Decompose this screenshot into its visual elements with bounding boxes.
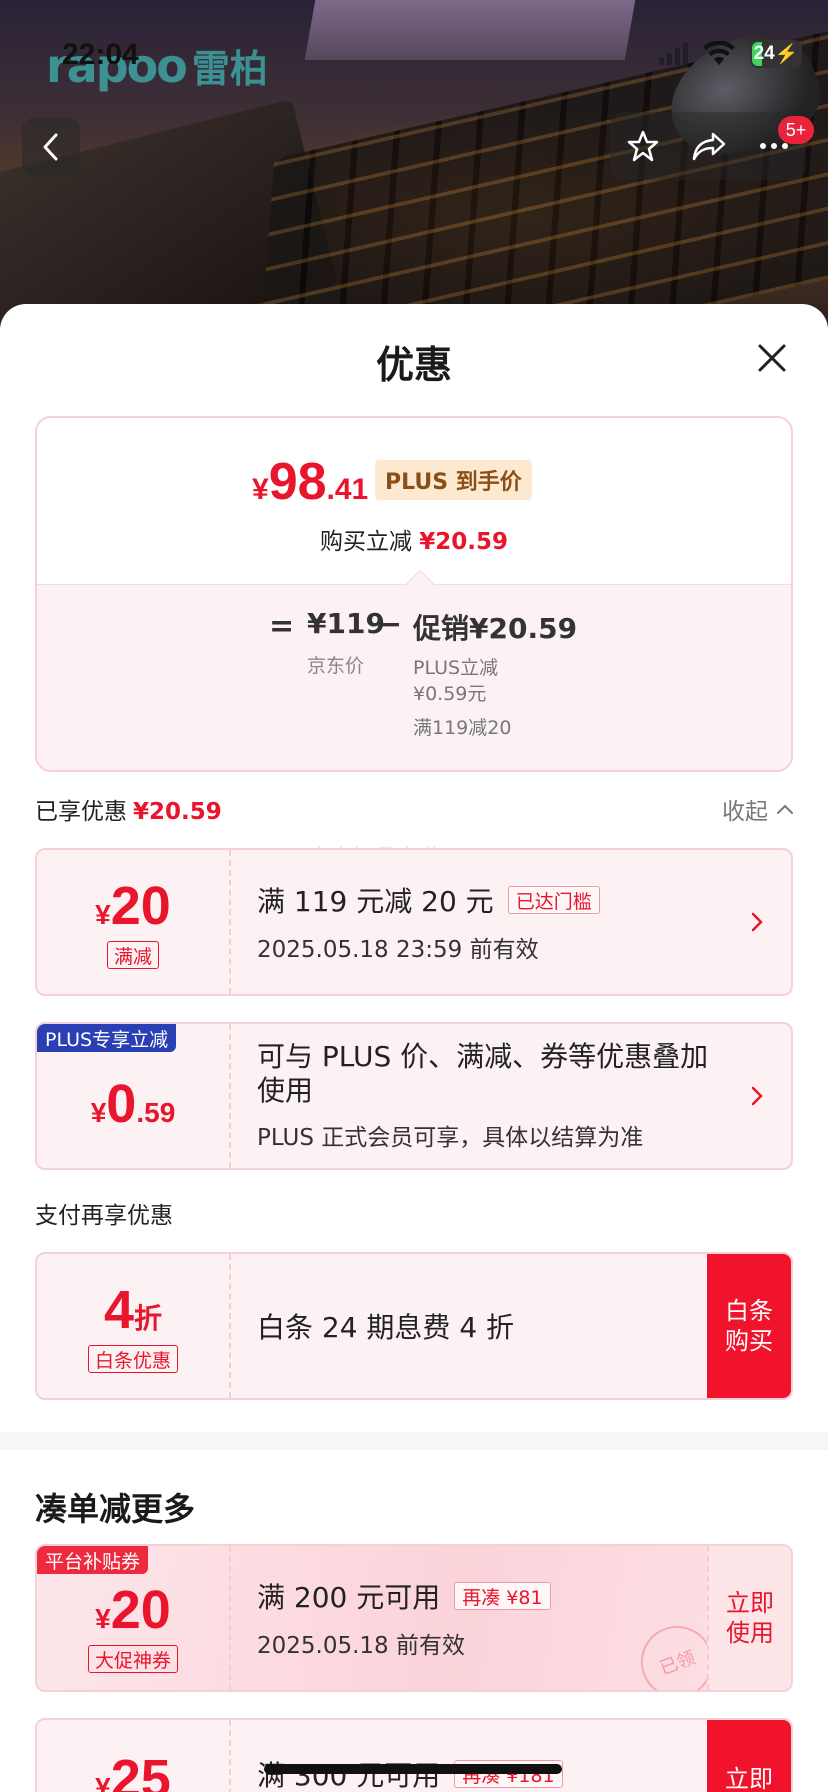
claim-now-button[interactable]: 立即 — [707, 1720, 791, 1792]
chevron-left-icon — [43, 133, 58, 161]
minus-sign: − — [377, 607, 403, 642]
star-icon[interactable] — [626, 129, 660, 163]
coupon-validity: 2025.05.18 23:59 前有效 — [257, 937, 539, 963]
share-icon[interactable] — [691, 130, 727, 162]
threshold-met-tag: 已达门槛 — [507, 886, 600, 914]
status-icons: 24 ⚡ — [659, 40, 802, 68]
battery-icon: 24 ⚡ — [750, 40, 802, 68]
jd-price-label: 京东价 — [307, 655, 365, 677]
more-deals-title: 凑单减更多 — [35, 1490, 196, 1528]
sheet-title: 优惠 — [375, 343, 452, 387]
chevron-right-icon — [751, 912, 763, 932]
status-time: 22:04 — [62, 38, 139, 71]
close-icon[interactable] — [752, 338, 792, 378]
plus-discount-detail: PLUS立减 ¥0.59元 — [413, 657, 499, 705]
plus-price-tag: PLUS 到手价 — [375, 460, 532, 500]
coupon-full-300[interactable]: ¥25 满 300 元可用 再凑 ¥181 立即 — [35, 1718, 793, 1792]
back-button[interactable] — [22, 118, 80, 176]
enjoyed-discount-header: 已享优惠 ¥20.59 — [35, 799, 222, 825]
signal-icon — [659, 43, 688, 65]
need-more-tag: 再凑 ¥81 — [454, 1582, 551, 1610]
wifi-icon — [703, 41, 735, 65]
coupon-platform-subsidy[interactable]: 平台补贴券 ¥20 大促神券 满 200 元可用 再凑 ¥81 2025.05.1… — [35, 1544, 793, 1692]
coupon-type-tag: 满减 — [106, 941, 159, 969]
coupon-full-reduction[interactable]: ¥20 满减 满 119 元减 20 元已达门槛 2025.05.18 23:5… — [35, 848, 793, 996]
chevron-up-icon — [777, 804, 793, 814]
jd-price: ¥119 — [307, 607, 385, 640]
payment-discount-title: 支付再享优惠 — [35, 1203, 173, 1229]
coupon-validity: 2025.05.18 前有效 — [257, 1633, 465, 1659]
message-badge: 5+ — [778, 116, 814, 144]
promo-coupon-tag: 大促神券 — [87, 1645, 178, 1673]
coupon-plus-discount[interactable]: PLUS专享立减 ¥0.59 可与 PLUS 价、满减、券等优惠叠加 使用 PLU… — [35, 1022, 793, 1170]
coupon-baitiao[interactable]: 4折 白条优惠 白条 24 期息费 4 折 白条 购买 — [35, 1252, 793, 1400]
coupon-description: PLUS 正式会员可享，具体以结算为准 — [257, 1125, 644, 1151]
price-breakdown-card: ¥ 98 .41 PLUS 到手价 购买立减 ¥20.59 = ¥119 京东价… — [35, 416, 793, 772]
promo-amount: 促销¥20.59 — [413, 612, 578, 645]
discount-sheet: 优惠 ¥ 98 .41 PLUS 到手价 购买立减 ¥20.59 = ¥119 … — [0, 304, 828, 1792]
collapse-button[interactable]: 收起 — [722, 792, 794, 826]
chevron-right-icon — [751, 1086, 763, 1106]
baitiao-tag: 白条优惠 — [87, 1345, 178, 1373]
home-indicator — [264, 1764, 562, 1774]
instant-discount-line: 购买立减 ¥20.59 — [319, 529, 509, 555]
baitiao-buy-button[interactable]: 白条 购买 — [707, 1254, 791, 1398]
use-now-button[interactable]: 立即 使用 — [707, 1546, 791, 1690]
top-action-bar — [610, 112, 806, 180]
equals-sign: = — [269, 609, 295, 644]
full-reduction-detail: 满119减20 — [413, 717, 512, 739]
final-price: ¥ 98 .41 — [252, 453, 369, 511]
